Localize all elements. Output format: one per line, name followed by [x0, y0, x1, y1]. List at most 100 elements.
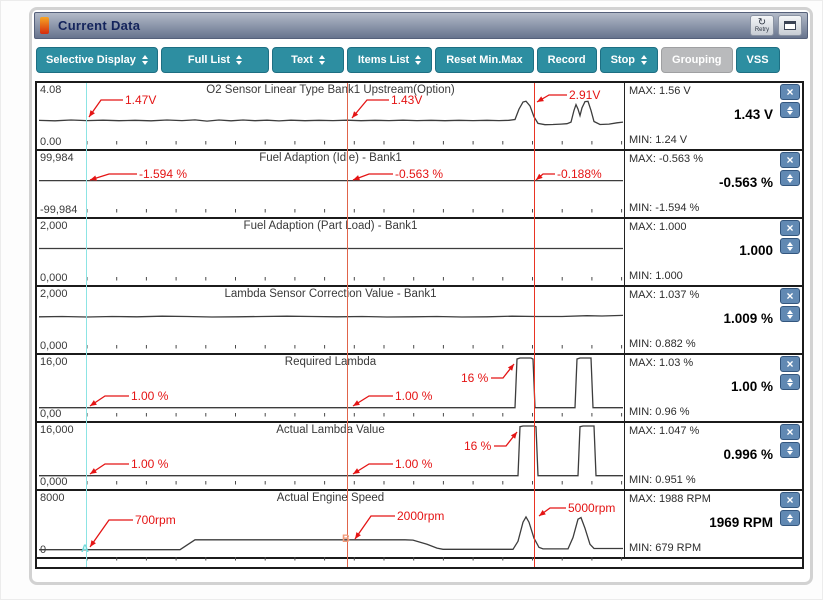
- toolbar-button-grouping[interactable]: Grouping: [661, 47, 733, 73]
- annotation-label: 1.00 %: [395, 389, 433, 403]
- toolbar-button-full-list[interactable]: Full List: [161, 47, 269, 73]
- cursor-b[interactable]: [347, 83, 348, 567]
- toolbar: Selective Display Full ListText Items List…: [36, 47, 806, 73]
- dropdown-arrows-icon: [415, 55, 421, 65]
- scale-adjust-button[interactable]: [780, 442, 800, 458]
- title-bar-controls: ↻ Retry: [750, 15, 802, 36]
- annotation-label: -0.188%: [557, 167, 602, 181]
- annotation-label: 1.43V: [391, 93, 422, 107]
- chart-plot[interactable]: 2,000 Lambda Sensor Correction Value - B…: [37, 287, 625, 353]
- chart-row-actual-lambda-value: 16,000 Actual Lambda Value 0,000 1.00 %1…: [37, 423, 802, 491]
- close-chart-button[interactable]: ×: [780, 152, 800, 168]
- chart-plot[interactable]: 2,000 Fuel Adaption (Part Load) - Bank1 …: [37, 219, 625, 285]
- toolbar-button-text[interactable]: Text: [272, 47, 344, 73]
- annotation-label: 1.47V: [125, 93, 156, 107]
- retry-icon-label: Retry: [755, 27, 769, 33]
- scale-adjust-button[interactable]: [780, 102, 800, 118]
- chart-side-panel: MAX: 1.047 % 0.996 % MIN: 0.951 % ×: [625, 423, 802, 489]
- close-chart-button[interactable]: ×: [780, 220, 800, 236]
- current-value: 1.000: [739, 243, 773, 258]
- annotation-label: -1.594 %: [139, 167, 187, 181]
- dropdown-arrows-icon: [236, 55, 242, 65]
- toolbar-button-record[interactable]: Record: [537, 47, 597, 73]
- chart-plot[interactable]: 99,984 Fuel Adaption (Idle) - Bank1 -99,…: [37, 151, 625, 217]
- current-data-window: Current Data ↻ Retry Selective Display Fu…: [29, 7, 813, 585]
- chart-side-panel: MAX: 1988 RPM 1969 RPM MIN: 679 RPM ×: [625, 491, 802, 557]
- min-value-label: MIN: 1.000: [629, 270, 683, 282]
- chart-row-o2-sensor-linear-type-bank1-upstream-option: 4.08 O2 Sensor Linear Type Bank1 Upstrea…: [37, 83, 802, 151]
- min-value-label: MIN: 0.951 %: [629, 474, 696, 486]
- max-value-label: MAX: 1.037 %: [629, 289, 699, 301]
- chart-side-panel: MAX: 1.037 % 1.009 % MIN: 0.882 % ×: [625, 287, 802, 353]
- scale-adjust-button[interactable]: [780, 374, 800, 390]
- arrow-down-icon: [787, 519, 793, 523]
- waveform-svg: 1.47V1.43V2.91V: [37, 83, 625, 149]
- chart-side-panel: MAX: -0.563 % -0.563 % MIN: -1.594 % ×: [625, 151, 802, 217]
- toolbar-button-stop[interactable]: Stop: [600, 47, 658, 73]
- current-value: 0.996 %: [723, 447, 773, 462]
- waveform-svg: [37, 219, 625, 285]
- cursor-marker-b: B: [342, 533, 350, 545]
- close-chart-button[interactable]: ×: [780, 356, 800, 372]
- annotation-label: 2000rpm: [397, 509, 444, 523]
- max-value-label: MAX: 1.047 %: [629, 425, 699, 437]
- waveform-svg: 1.00 %1.00 %16 %: [37, 355, 625, 421]
- annotation-label: 5000rpm: [568, 501, 615, 515]
- toolbar-button-items-list[interactable]: Items List: [347, 47, 432, 73]
- toolbar-button-selective-display[interactable]: Selective Display: [36, 47, 158, 73]
- annotation-label: 16 %: [461, 371, 489, 385]
- window-title: Current Data: [58, 18, 140, 33]
- restore-window-icon: [784, 21, 796, 30]
- arrow-down-icon: [787, 383, 793, 387]
- annotation-label: 16 %: [464, 439, 492, 453]
- cursor-current[interactable]: [534, 83, 535, 567]
- waveform-svg: -1.594 % -0.563 % -0.188%: [37, 151, 625, 217]
- minimize-button[interactable]: [778, 15, 802, 36]
- chart-plot[interactable]: 16,000 Actual Lambda Value 0,000 1.00 %1…: [37, 423, 625, 489]
- scale-adjust-button[interactable]: [780, 238, 800, 254]
- button-label: Items List: [358, 54, 409, 66]
- chart-plot[interactable]: 8000 Actual Engine Speed 0 700rpm2000rpm…: [37, 491, 625, 557]
- max-value-label: MAX: -0.563 %: [629, 153, 703, 165]
- chart-row-fuel-adaption-part-load-bank1: 2,000 Fuel Adaption (Part Load) - Bank1 …: [37, 219, 802, 287]
- cursor-a[interactable]: [86, 83, 87, 567]
- current-value: 1.00 %: [731, 379, 773, 394]
- app-icon: [40, 17, 49, 34]
- close-chart-button[interactable]: ×: [780, 424, 800, 440]
- current-value: -0.563 %: [719, 175, 773, 190]
- arrow-up-icon: [787, 378, 793, 382]
- dropdown-arrows-icon: [319, 55, 325, 65]
- arrow-up-icon: [787, 106, 793, 110]
- close-chart-button[interactable]: ×: [780, 288, 800, 304]
- title-bar: Current Data ↻ Retry: [34, 12, 808, 39]
- chart-row-lambda-sensor-correction-value-bank1: 2,000 Lambda Sensor Correction Value - B…: [37, 287, 802, 355]
- max-value-label: MAX: 1.000: [629, 221, 686, 233]
- close-chart-button[interactable]: ×: [780, 492, 800, 508]
- button-label: Stop: [611, 54, 635, 66]
- scale-adjust-button[interactable]: [780, 510, 800, 526]
- chart-row-required-lambda: 16,00 Required Lambda 0,00 1.00 %1.00 %1…: [37, 355, 802, 423]
- dropdown-arrows-icon: [641, 55, 647, 65]
- chart-plot[interactable]: 4.08 O2 Sensor Linear Type Bank1 Upstrea…: [37, 83, 625, 149]
- screen: Current Data ↻ Retry Selective Display Fu…: [0, 0, 823, 600]
- annotation-label: -0.563 %: [395, 167, 443, 181]
- retry-button[interactable]: ↻ Retry: [750, 15, 774, 36]
- arrow-up-icon: [787, 242, 793, 246]
- dropdown-arrows-icon: [142, 55, 148, 65]
- annotation-label: 700rpm: [135, 513, 176, 527]
- min-value-label: MIN: 1.24 V: [629, 134, 687, 146]
- current-value: 1.009 %: [723, 311, 773, 326]
- max-value-label: MAX: 1.56 V: [629, 85, 691, 97]
- scale-adjust-button[interactable]: [780, 306, 800, 322]
- max-value-label: MAX: 1988 RPM: [629, 493, 711, 505]
- arrow-down-icon: [787, 111, 793, 115]
- arrow-up-icon: [787, 446, 793, 450]
- chart-plot[interactable]: 16,00 Required Lambda 0,00 1.00 %1.00 %1…: [37, 355, 625, 421]
- scale-adjust-button[interactable]: [780, 170, 800, 186]
- button-label: Selective Display: [46, 54, 136, 66]
- toolbar-button-reset-min-max[interactable]: Reset Min.Max: [435, 47, 533, 73]
- toolbar-button-vss[interactable]: VSS: [736, 47, 780, 73]
- charts-area: 4.08 O2 Sensor Linear Type Bank1 Upstrea…: [35, 81, 804, 569]
- close-chart-button[interactable]: ×: [780, 84, 800, 100]
- retry-icon: ↻: [758, 18, 766, 27]
